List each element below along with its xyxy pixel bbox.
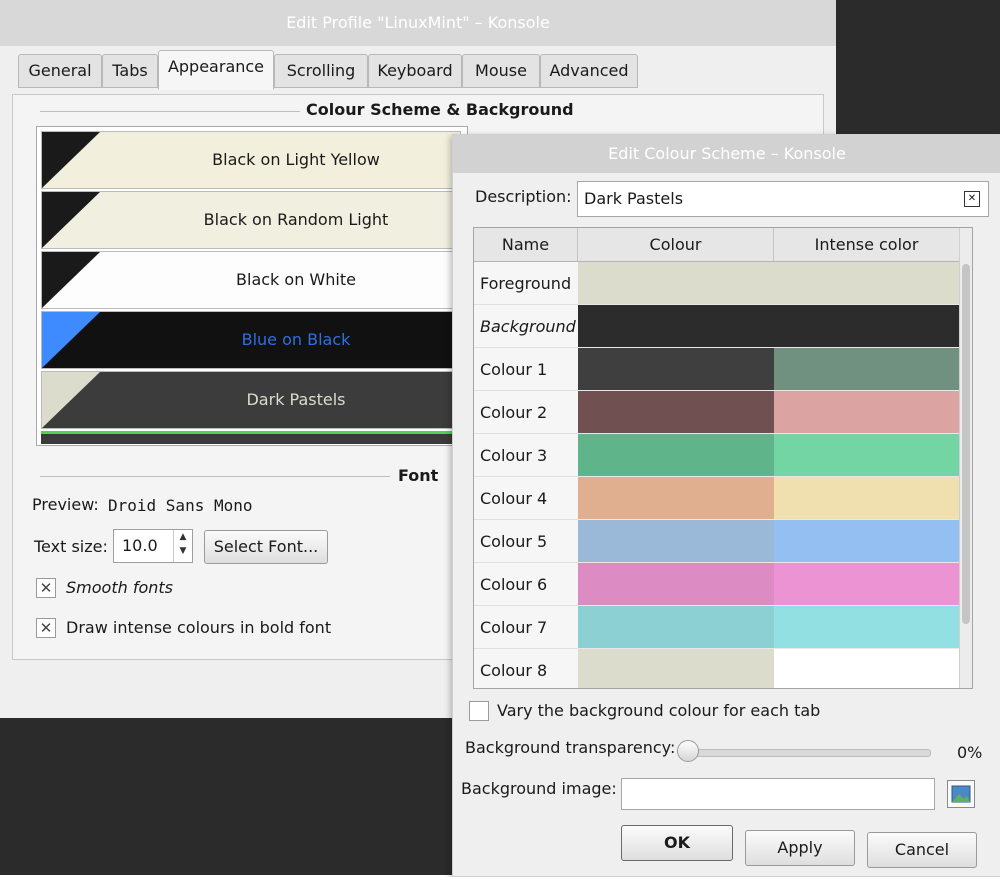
colour-table-scrollbar[interactable] xyxy=(959,228,972,688)
font-section-title: Font xyxy=(394,466,443,485)
clear-icon[interactable]: ✕ xyxy=(964,191,980,207)
scrollbar-thumb[interactable] xyxy=(962,264,970,624)
bold-intense-checkbox[interactable]: ✕ xyxy=(36,618,56,638)
intense-colour-swatch[interactable] xyxy=(774,520,960,563)
tab-advanced[interactable]: Advanced xyxy=(540,54,638,88)
colour-row-name: Colour 3 xyxy=(474,434,578,477)
background-image-input[interactable] xyxy=(621,778,935,810)
scheme-dark-pastels[interactable]: Dark Pastels xyxy=(41,371,461,429)
transparency-slider[interactable] xyxy=(679,749,931,757)
intense-colour-swatch[interactable] xyxy=(774,649,960,688)
colour-swatch[interactable] xyxy=(578,520,774,563)
scheme-label: Dark Pastels xyxy=(246,390,346,409)
tab-scrolling[interactable]: Scrolling xyxy=(274,54,368,88)
tab-keyboard[interactable]: Keyboard xyxy=(368,54,462,88)
tab-mouse[interactable]: Mouse xyxy=(462,54,540,88)
open-image-button[interactable] xyxy=(947,780,975,808)
section-divider xyxy=(40,111,300,112)
text-size-spinbox[interactable]: 10.0 ▲ ▼ xyxy=(113,529,193,563)
text-size-label: Text size: xyxy=(34,537,108,556)
vary-background-checkbox[interactable] xyxy=(469,701,489,721)
colour-swatch[interactable] xyxy=(578,434,774,477)
colour-scheme-section-title: Colour Scheme & Background xyxy=(302,100,578,119)
colour-row-name: Colour 4 xyxy=(474,477,578,520)
colour-row-name: Colour 1 xyxy=(474,348,578,391)
smooth-fonts-checkbox[interactable]: ✕ xyxy=(36,578,56,598)
text-size-value: 10.0 xyxy=(122,536,158,555)
colour-row-name: Colour 7 xyxy=(474,606,578,649)
colour-row-name: Colour 2 xyxy=(474,391,578,434)
apply-button[interactable]: Apply xyxy=(745,830,855,866)
colour-row-name: Background xyxy=(474,305,578,348)
cancel-button[interactable]: Cancel xyxy=(867,832,977,868)
preview-font-name: Droid Sans Mono xyxy=(108,496,253,515)
transparency-value: 0% xyxy=(957,743,983,762)
tab-tabs[interactable]: Tabs xyxy=(102,54,158,88)
intense-colour-swatch[interactable] xyxy=(774,262,960,305)
smooth-fonts-label: Smooth fonts xyxy=(66,578,173,597)
scheme-black-on-light-yellow[interactable]: Black on Light Yellow xyxy=(41,131,461,189)
edit-colour-scheme-title: Edit Colour Scheme – Konsole xyxy=(453,135,1000,173)
column-header-intense[interactable]: Intense color xyxy=(774,228,960,262)
colour-swatch[interactable] xyxy=(578,262,774,305)
description-input[interactable]: Dark Pastels ✕ xyxy=(577,181,989,217)
colour-swatch[interactable] xyxy=(578,563,774,606)
intense-colour-swatch[interactable] xyxy=(774,563,960,606)
intense-colour-swatch[interactable] xyxy=(774,606,960,649)
select-font-button[interactable]: Select Font... xyxy=(204,530,328,564)
intense-colour-swatch[interactable] xyxy=(774,434,960,477)
colour-swatch[interactable] xyxy=(578,477,774,520)
scheme-label: Black on White xyxy=(236,270,356,289)
colour-table: Name Colour Intense color Foreground Back… xyxy=(473,227,973,689)
tab-appearance[interactable]: Appearance xyxy=(158,50,274,90)
vary-background-label: Vary the background colour for each tab xyxy=(497,701,821,720)
scheme-black-on-white[interactable]: Black on White xyxy=(41,251,461,309)
colour-row-name: Foreground xyxy=(474,262,578,305)
colour-row-name: Colour 8 xyxy=(474,649,578,688)
colour-swatch[interactable] xyxy=(578,391,774,434)
section-divider xyxy=(40,476,390,477)
background-image-label: Background image: xyxy=(461,779,617,798)
colour-row-name: Colour 5 xyxy=(474,520,578,563)
description-label: Description: xyxy=(475,187,572,206)
colour-swatch[interactable] xyxy=(578,348,774,391)
check-mark-icon: ✕ xyxy=(39,619,53,637)
scheme-label: Black on Light Yellow xyxy=(212,150,380,169)
scheme-label: Blue on Black xyxy=(241,330,351,349)
check-mark-icon: ✕ xyxy=(39,579,53,597)
description-value: Dark Pastels xyxy=(584,189,684,208)
preview-label: Preview: xyxy=(32,495,99,514)
scheme-blue-on-black[interactable]: Blue on Black xyxy=(41,311,461,369)
colour-swatch[interactable] xyxy=(578,606,774,649)
edit-colour-scheme-window: Edit Colour Scheme – Konsole Description… xyxy=(452,134,1000,877)
intense-colour-swatch[interactable] xyxy=(774,391,960,434)
colour-swatch[interactable] xyxy=(578,649,774,688)
edit-profile-title: Edit Profile "LinuxMint" – Konsole xyxy=(0,0,836,46)
desktop-background xyxy=(836,0,1000,134)
scheme-next-partial xyxy=(41,431,459,444)
desktop-background xyxy=(0,718,452,875)
image-file-icon xyxy=(951,785,971,803)
scheme-black-on-random-light[interactable]: Black on Random Light xyxy=(41,191,461,249)
column-header-colour[interactable]: Colour xyxy=(578,228,774,262)
tab-general[interactable]: General xyxy=(18,54,102,88)
bold-intense-label: Draw intense colours in bold font xyxy=(66,618,332,637)
colour-row-name: Colour 6 xyxy=(474,563,578,606)
transparency-label: Background transparency: xyxy=(465,738,676,757)
colour-swatch[interactable] xyxy=(578,305,774,348)
ok-button[interactable]: OK xyxy=(621,825,733,861)
colour-scheme-list[interactable]: Black on Light Yellow Black on Random Li… xyxy=(36,126,468,446)
column-header-name[interactable]: Name xyxy=(474,228,578,262)
scheme-label: Black on Random Light xyxy=(203,210,389,229)
intense-colour-swatch[interactable] xyxy=(774,477,960,520)
transparency-slider-handle[interactable] xyxy=(677,740,699,762)
spin-arrows-icon[interactable]: ▲ ▼ xyxy=(173,530,192,562)
intense-colour-swatch[interactable] xyxy=(774,305,960,348)
intense-colour-swatch[interactable] xyxy=(774,348,960,391)
